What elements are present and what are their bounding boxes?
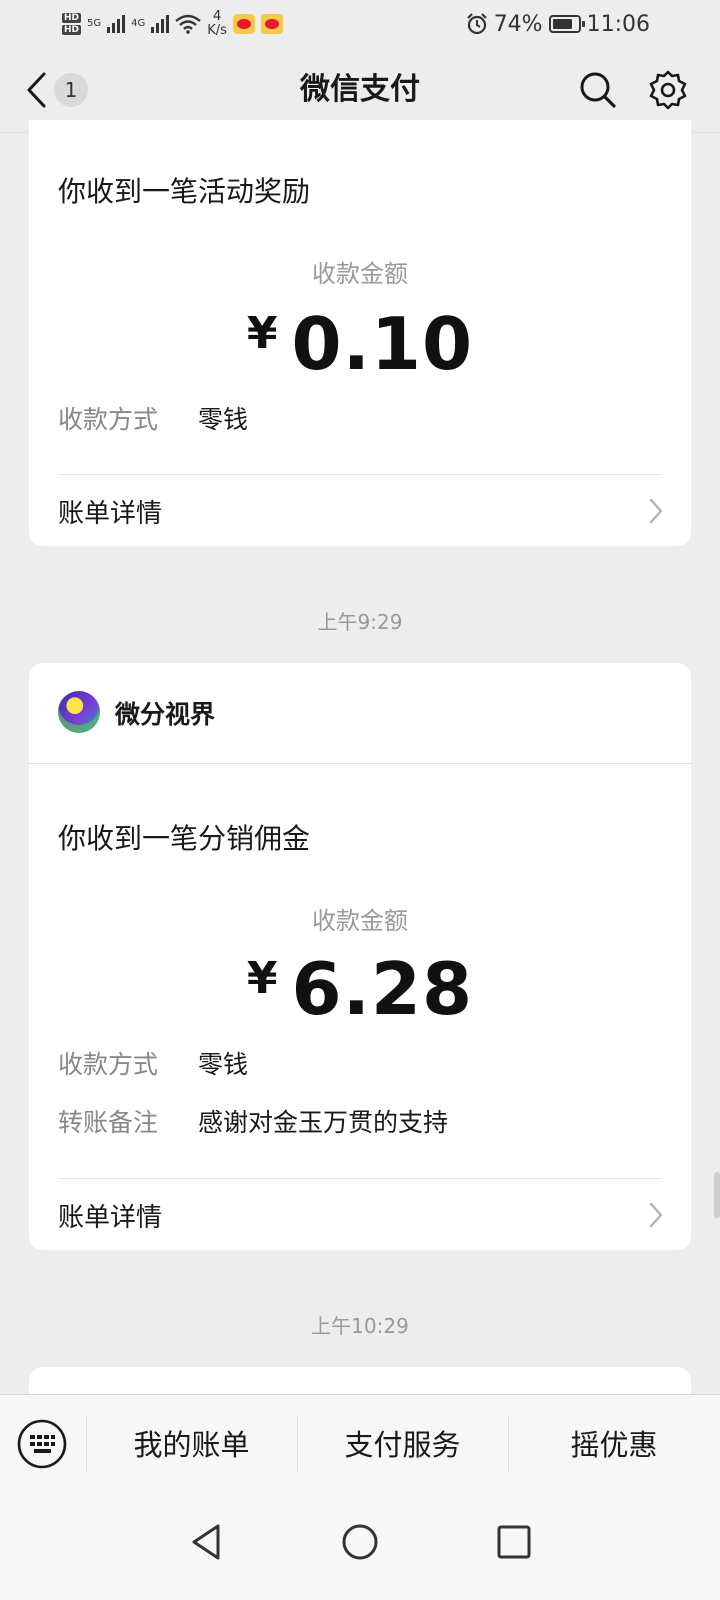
signal-1-label: 5G	[87, 18, 102, 29]
amount-value: 0.10	[291, 302, 474, 386]
chevron-right-icon	[649, 498, 663, 524]
scrollbar[interactable]	[714, 1172, 720, 1218]
currency-symbol: ¥	[246, 308, 278, 359]
bill-detail-label: 账单详情	[58, 1203, 163, 1233]
battery-percent: 74%	[493, 11, 543, 37]
avatar	[58, 691, 100, 733]
signal-2-label: 4G	[131, 18, 146, 29]
payment-method-label: 收款方式	[58, 1050, 159, 1079]
payment-method-label: 收款方式	[58, 405, 159, 434]
payment-card: 你收到一笔活动奖励 收款金额 ¥0.10 收款方式 零钱 账单详情	[29, 120, 691, 546]
wifi-icon	[175, 14, 202, 34]
transfer-note-label: 转账备注	[58, 1108, 159, 1137]
hd-icon: HD HD	[62, 13, 82, 35]
bill-detail-row[interactable]: 账单详情	[29, 1178, 691, 1250]
merchant-header[interactable]: 微分视界	[29, 663, 691, 764]
net-speed-unit: K/s	[207, 23, 227, 38]
menu-my-bills[interactable]: 我的账单	[86, 1395, 297, 1495]
payment-method-value: 零钱	[198, 405, 249, 434]
net-speed: 4 K/s	[207, 10, 227, 38]
back-triangle-icon[interactable]	[188, 1522, 224, 1562]
amount-value: 6.28	[291, 947, 474, 1031]
signal-1-icon	[107, 15, 126, 33]
status-bar: HD HD 5G 4G 4 K/s 74% 11:06	[0, 0, 720, 48]
search-icon[interactable]	[578, 70, 618, 110]
menu-payment-services[interactable]: 支付服务	[297, 1395, 508, 1495]
signal-2-icon	[151, 15, 170, 33]
amount: ¥6.28	[29, 947, 691, 1031]
timestamp: 上午10:29	[311, 1314, 409, 1338]
transfer-note-value: 感谢对金玉万贯的支持	[198, 1108, 449, 1137]
keyboard-icon[interactable]	[16, 1418, 68, 1470]
clock: 11:06	[586, 11, 650, 37]
chevron-right-icon	[649, 1202, 663, 1228]
menu-shake-offers[interactable]: 摇优惠	[508, 1395, 720, 1495]
amount-label: 收款金额	[312, 907, 408, 935]
timestamp: 上午9:29	[317, 610, 403, 634]
amount-label: 收款金额	[312, 260, 408, 288]
weibo-icon	[260, 14, 283, 34]
bill-detail-label: 账单详情	[58, 499, 163, 529]
payment-card: 微分视界 你收到一笔分销佣金 收款金额 ¥6.28 收款方式 零钱 转账备注 感…	[29, 663, 691, 1250]
alarm-icon	[466, 13, 487, 35]
status-right: 74% 11:06	[466, 6, 650, 42]
gear-icon[interactable]	[648, 70, 688, 110]
amount: ¥0.10	[29, 302, 691, 386]
status-left: HD HD 5G 4G 4 K/s	[62, 6, 283, 42]
card-title: 你收到一笔分销佣金	[58, 822, 311, 855]
bill-detail-row[interactable]: 账单详情	[29, 474, 691, 546]
card-title: 你收到一笔活动奖励	[58, 175, 311, 208]
recents-square-icon[interactable]	[494, 1522, 534, 1562]
payment-method-value: 零钱	[198, 1050, 249, 1079]
net-speed-value: 4	[212, 9, 222, 24]
system-nav-bar	[0, 1494, 720, 1600]
weibo-icon	[232, 14, 255, 34]
bottom-menu: 我的账单 支付服务 摇优惠	[0, 1394, 720, 1495]
home-circle-icon[interactable]	[340, 1522, 380, 1562]
battery-icon	[548, 15, 585, 33]
merchant-name: 微分视界	[115, 700, 216, 729]
currency-symbol: ¥	[246, 953, 278, 1004]
